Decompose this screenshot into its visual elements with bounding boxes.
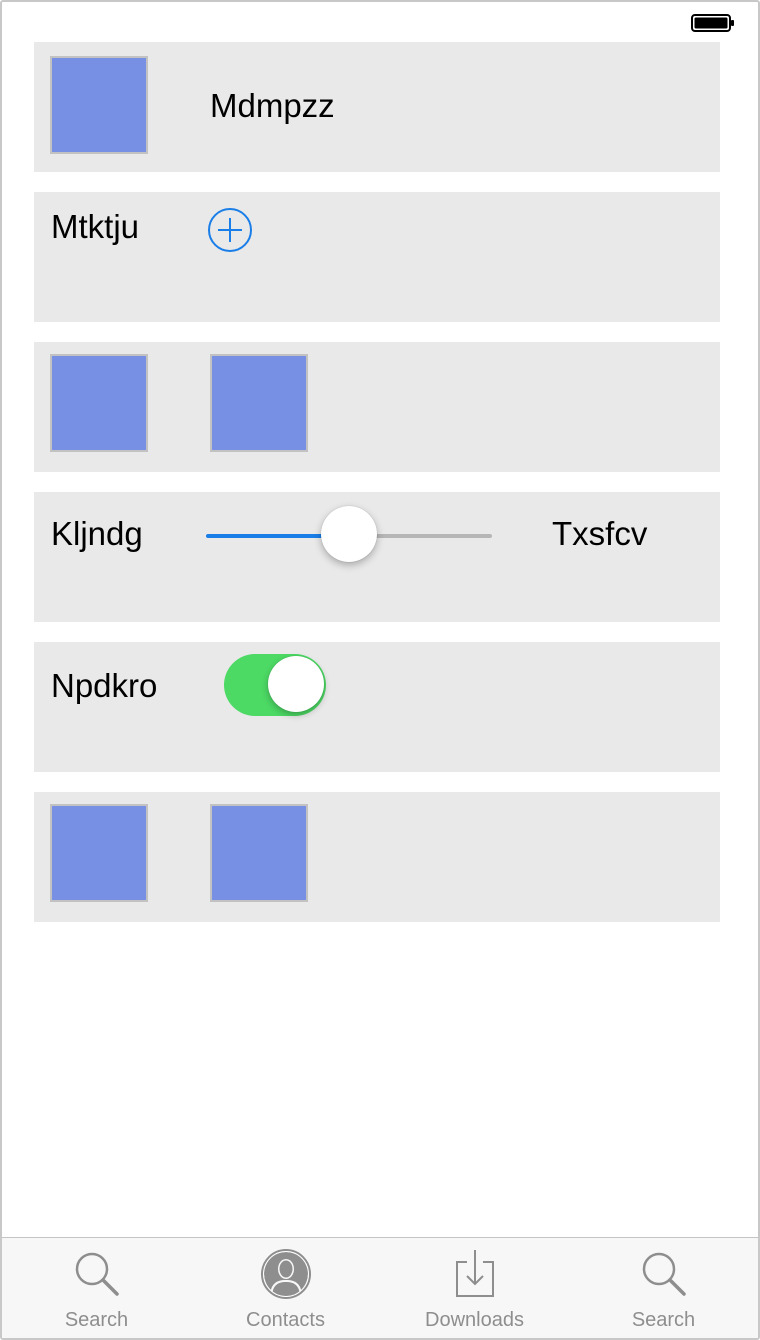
- row-label-button: Mtktju: [34, 192, 720, 322]
- tab-label: Downloads: [425, 1309, 524, 1331]
- search-icon: [642, 1252, 686, 1296]
- row-images: [34, 792, 720, 922]
- phone-screen: Mdmpzz Mtktju Kljndg Txsfcv Npdkro Searc…: [0, 0, 760, 1340]
- tab-contacts[interactable]: Contacts: [191, 1238, 380, 1338]
- tab-label: Search: [631, 1309, 696, 1331]
- tab-label: Search: [64, 1309, 129, 1331]
- search-icon: [75, 1252, 119, 1296]
- slider-left-label: Kljndg: [51, 515, 143, 552]
- row-images: [34, 342, 720, 472]
- image-placeholder: [50, 804, 148, 902]
- row-label: Mtktju: [51, 208, 140, 245]
- downloads-icon: [455, 1250, 494, 1297]
- image-placeholder: [50, 56, 148, 154]
- image-placeholder: [210, 354, 308, 452]
- tab-bar: Search Contacts Downloads Search: [2, 1237, 758, 1338]
- tab-downloads[interactable]: Downloads: [380, 1238, 569, 1338]
- toggle-knob: [268, 656, 324, 712]
- row-label: Npdkro: [51, 667, 158, 704]
- slider[interactable]: [206, 504, 492, 564]
- row-slider: Kljndg Txsfcv: [34, 492, 720, 622]
- battery-full-icon: [691, 14, 734, 32]
- image-placeholder: [210, 804, 308, 902]
- row-label: Mdmpzz: [210, 87, 335, 124]
- toggle-switch[interactable]: [224, 654, 326, 716]
- contacts-icon: [260, 1249, 311, 1299]
- row-image-text: Mdmpzz: [34, 42, 720, 172]
- add-circle-icon[interactable]: [206, 206, 254, 254]
- tab-label: Contacts: [246, 1309, 325, 1331]
- tab-search[interactable]: Search: [2, 1238, 191, 1338]
- tab-search-2[interactable]: Search: [569, 1238, 758, 1338]
- slider-knob[interactable]: [321, 506, 377, 562]
- slider-right-label: Txsfcv: [552, 515, 648, 552]
- row-switch: Npdkro: [34, 642, 720, 772]
- image-placeholder: [50, 354, 148, 452]
